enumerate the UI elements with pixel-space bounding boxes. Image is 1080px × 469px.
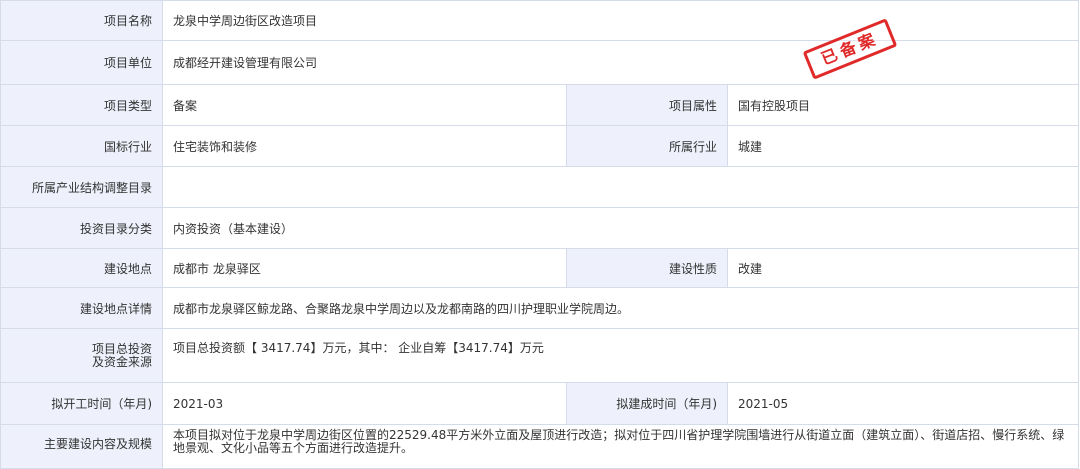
label-project-attr: 项目属性 bbox=[566, 84, 728, 126]
label-industry-catalog: 所属产业结构调整目录 bbox=[0, 166, 163, 208]
label-project-type: 项目类型 bbox=[0, 84, 163, 126]
label-project-unit: 项目单位 bbox=[0, 40, 163, 85]
value-project-type: 备案 bbox=[162, 84, 567, 126]
value-location-detail: 成都市龙泉驿区鲸龙路、合聚路龙泉中学周边以及龙都南路的四川护理职业学院周边。 bbox=[161, 287, 1080, 329]
row-project-unit: 项目单位 成都经开建设管理有限公司 bbox=[0, 40, 1080, 85]
label-completion-time: 拟建成时间（年月) bbox=[566, 382, 728, 425]
row-project-type: 项目类型 备案 项目属性 国有控股项目 bbox=[0, 84, 1080, 126]
value-industry-catalog bbox=[161, 166, 1080, 208]
row-industry-catalog: 所属产业结构调整目录 bbox=[0, 166, 1080, 208]
row-location: 建设地点 成都市 龙泉驿区 建设性质 改建 bbox=[0, 248, 1080, 288]
label-industry: 所属行业 bbox=[566, 125, 728, 167]
label-scope: 主要建设内容及规模 bbox=[0, 424, 163, 469]
value-scope-text: 本项目拟对位于龙泉中学周边街区位置的22529.48平方米外立面及屋顶进行改造；… bbox=[173, 428, 1065, 455]
value-investment-category: 内资投资（基本建设） bbox=[161, 207, 1080, 249]
value-national-industry: 住宅装饰和装修 bbox=[162, 125, 567, 167]
row-project-name: 项目名称 龙泉中学周边街区改造项目 bbox=[0, 0, 1080, 41]
value-total-investment: 项目总投资额【 3417.74】万元，其中： 企业自筹【3417.74】万元 bbox=[161, 328, 1080, 383]
label-total-investment-text: 项目总投资 及资金来源 bbox=[91, 341, 152, 369]
value-industry: 城建 bbox=[726, 125, 1080, 167]
value-construction-nature: 改建 bbox=[726, 248, 1080, 288]
value-start-time: 2021-03 bbox=[162, 382, 567, 425]
row-scope: 主要建设内容及规模 本项目拟对位于龙泉中学周边街区位置的22529.48平方米外… bbox=[0, 424, 1080, 469]
row-timeline: 拟开工时间（年月) 2021-03 拟建成时间（年月) 2021-05 bbox=[0, 382, 1080, 425]
value-location: 成都市 龙泉驿区 bbox=[162, 248, 567, 288]
label-investment-category: 投资目录分类 bbox=[0, 207, 163, 249]
value-completion-time: 2021-05 bbox=[726, 382, 1080, 425]
label-location-detail: 建设地点详情 bbox=[0, 287, 163, 329]
label-total-investment: 项目总投资 及资金来源 bbox=[0, 328, 163, 383]
row-industry: 国标行业 住宅装饰和装修 所属行业 城建 bbox=[0, 125, 1080, 167]
label-project-name: 项目名称 bbox=[0, 0, 163, 41]
project-info-table: 项目名称 龙泉中学周边街区改造项目 项目单位 成都经开建设管理有限公司 项目类型… bbox=[0, 0, 1080, 469]
value-scope: 本项目拟对位于龙泉中学周边街区位置的22529.48平方米外立面及屋顶进行改造；… bbox=[161, 424, 1080, 469]
label-location: 建设地点 bbox=[0, 248, 163, 288]
label-national-industry: 国标行业 bbox=[0, 125, 163, 167]
label-total-investment-line2: 及资金来源 bbox=[91, 354, 152, 369]
value-project-name: 龙泉中学周边街区改造项目 bbox=[161, 0, 1080, 41]
value-project-attr: 国有控股项目 bbox=[726, 84, 1080, 126]
row-location-detail: 建设地点详情 成都市龙泉驿区鲸龙路、合聚路龙泉中学周边以及龙都南路的四川护理职业… bbox=[0, 287, 1080, 329]
row-investment-category: 投资目录分类 内资投资（基本建设） bbox=[0, 207, 1080, 249]
label-construction-nature: 建设性质 bbox=[566, 248, 728, 288]
value-project-unit: 成都经开建设管理有限公司 bbox=[161, 40, 1080, 85]
row-total-investment: 项目总投资 及资金来源 项目总投资额【 3417.74】万元，其中： 企业自筹【3… bbox=[0, 328, 1080, 383]
label-start-time: 拟开工时间（年月) bbox=[0, 382, 163, 425]
label-total-investment-line1: 项目总投资 bbox=[91, 341, 152, 356]
